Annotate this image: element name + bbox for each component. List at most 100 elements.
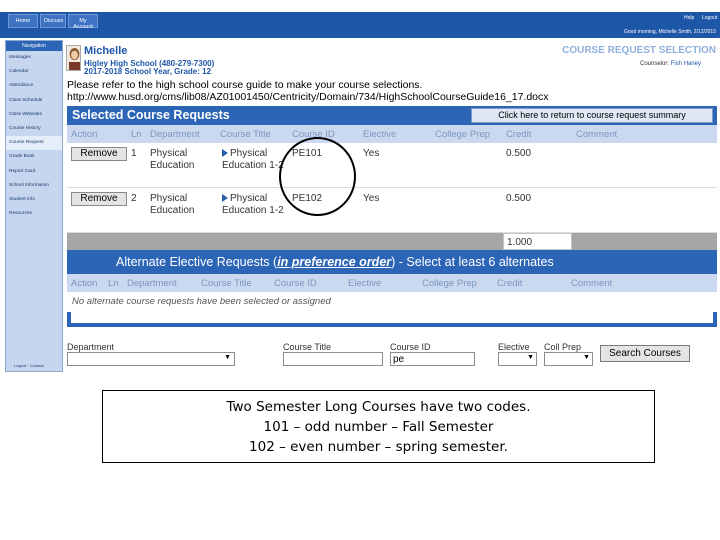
sidebar-item-class-websites[interactable]: Class Websites [6, 108, 62, 122]
page-title: COURSE REQUEST SELECTION [562, 45, 716, 56]
sidebar-item-calendar[interactable]: Calendar [6, 65, 62, 79]
alt-title-emphasis: in preference order [277, 255, 392, 269]
help-link[interactable]: Help [684, 15, 694, 21]
column-header: Ln [131, 129, 142, 140]
column-header: Action [71, 278, 98, 289]
sidebar-item-course-request[interactable]: Course Request [6, 136, 62, 151]
counselor-name-link[interactable]: Fish Haney [671, 61, 701, 67]
remove-button[interactable]: Remove [71, 192, 127, 206]
column-header: Credit [506, 129, 532, 140]
alternate-column-headers: Action Ln Department Course Title Course… [67, 274, 717, 292]
column-header: College Prep [435, 129, 490, 140]
counselor-label: Counselor: [640, 61, 670, 67]
sidebar-item-course-history[interactable]: Course History [6, 122, 62, 136]
course-title-cell[interactable]: Physical Education 1-2 [222, 148, 284, 171]
sidebar-item-resources[interactable]: Resources [6, 207, 62, 221]
sidebar-item-class-schedule[interactable]: Class Schedule [6, 94, 62, 108]
caption-line: 101 – odd number – Fall Semester [263, 419, 494, 435]
column-header: Ln [108, 278, 119, 289]
table-row: Remove 1 Physical Education Physical Edu… [67, 143, 717, 188]
department-select[interactable]: ▼ [67, 352, 235, 366]
search-courses-button[interactable]: Search Courses [600, 345, 690, 362]
sidebar-item-school-information[interactable]: School Information [6, 179, 62, 193]
elective-cell: Yes [363, 193, 380, 204]
alternate-requests-header: Alternate Elective Requests (in preferen… [67, 250, 717, 274]
column-header: College Prep [422, 278, 477, 289]
student-photo-icon [69, 48, 80, 70]
caption-box: Two Semester Long Courses have two codes… [102, 390, 655, 463]
column-header: Elective [348, 278, 382, 289]
alt-title-suffix: ) - Select at least 6 alternates [391, 255, 554, 269]
course-title-text: Physical Education 1-2 [222, 193, 284, 216]
total-credit-bar: 1.000 [67, 233, 717, 250]
column-header: Course Title [201, 278, 252, 289]
chevron-down-icon: ▼ [224, 354, 231, 361]
alt-title-prefix: Alternate Elective Requests ( [116, 255, 278, 269]
selected-column-headers: Action Ln Department Course Title Course… [67, 125, 717, 143]
return-to-summary-button[interactable]: Click here to return to course request s… [471, 108, 713, 123]
sidebar-header: Navigation [6, 41, 62, 51]
tab-my-account[interactable]: My Account [68, 14, 98, 30]
caption-line: Two Semester Long Courses have two codes… [226, 399, 531, 415]
column-header: Course ID [274, 278, 317, 289]
student-name: Michelle [84, 45, 128, 57]
elective-cell: Yes [363, 148, 380, 159]
course-title-cell[interactable]: Physical Education 1-2 [222, 193, 284, 216]
sidebar-item-report-card[interactable]: Report Card [6, 165, 62, 179]
course-title-text: Physical Education 1-2 [222, 148, 284, 171]
column-header: Elective [363, 129, 397, 140]
sidebar-item-grade-book[interactable]: Grade Book [6, 150, 62, 164]
alternates-panel-border [67, 312, 717, 327]
course-title-label: Course Title [283, 342, 332, 352]
course-id-cell: PE101 [292, 148, 323, 159]
column-header: Course ID [292, 129, 335, 140]
sidebar-footer[interactable]: Logout · Contact [6, 363, 62, 368]
coll-prep-select[interactable]: ▼ [544, 352, 593, 366]
tab-home[interactable]: Home [8, 14, 38, 28]
chevron-down-icon: ▼ [527, 354, 534, 361]
department-cell: Physical Education [150, 193, 195, 216]
line-number: 1 [131, 148, 137, 159]
column-header: Department [127, 278, 177, 289]
sidebar-item-student-info[interactable]: Student Info [6, 193, 62, 207]
department-cell: Physical Education [150, 148, 195, 171]
expand-triangle-icon [222, 149, 228, 158]
column-header: Comment [571, 278, 613, 289]
guide-note: Please refer to the high school course g… [67, 79, 423, 91]
student-school-year: 2017-2018 School Year, Grade: 12 [84, 67, 212, 76]
selected-requests-title: Selected Course Requests [72, 108, 230, 122]
guide-url-link[interactable]: http://www.husd.org/cms/lib08/AZ01001450… [67, 91, 549, 103]
empty-alternates-message: No alternate course requests have been s… [72, 296, 331, 307]
credit-cell: 0.500 [506, 193, 532, 204]
top-nav-bar: Home Discuss My Account Help Logout Good… [0, 12, 720, 38]
logout-link[interactable]: Logout [702, 15, 717, 21]
column-header: Course Title [220, 129, 271, 140]
course-title-input[interactable] [283, 352, 383, 366]
course-id-cell: PE102 [292, 193, 323, 204]
screenshot: Home Discuss My Account Help Logout Good… [0, 0, 720, 372]
line-number: 2 [131, 193, 137, 204]
total-credit: 1.000 [503, 233, 572, 250]
caption-line: 102 – even number – spring semester. [249, 439, 508, 455]
department-label: Department [67, 342, 115, 352]
sidebar-item-attendance[interactable]: Attendance [6, 79, 62, 93]
column-header: Action [71, 129, 98, 140]
credit-cell: 0.500 [506, 148, 532, 159]
coll-prep-label: Coll Prep [544, 342, 582, 352]
elective-label: Elective [498, 342, 530, 352]
counselor-info: Counselor: Fish Haney [640, 61, 701, 67]
remove-button[interactable]: Remove [71, 147, 127, 161]
selected-requests-header: Selected Course Requests Click here to r… [67, 106, 717, 125]
column-header: Credit [497, 278, 523, 289]
course-id-input[interactable]: pe [390, 352, 475, 366]
column-header: Comment [576, 129, 618, 140]
course-id-label: Course ID [390, 342, 431, 352]
chevron-down-icon: ▼ [583, 354, 590, 361]
alternate-requests-title: Alternate Elective Requests (in preferen… [116, 255, 554, 269]
elective-select[interactable]: ▼ [498, 352, 537, 366]
expand-triangle-icon [222, 194, 228, 203]
tab-discuss[interactable]: Discuss [40, 14, 66, 28]
sidebar-item-messages[interactable]: Messages [6, 51, 62, 65]
greeting-text: Good morning, Michelle Smith, 2/12/2015 [624, 29, 716, 35]
avatar [66, 45, 81, 71]
